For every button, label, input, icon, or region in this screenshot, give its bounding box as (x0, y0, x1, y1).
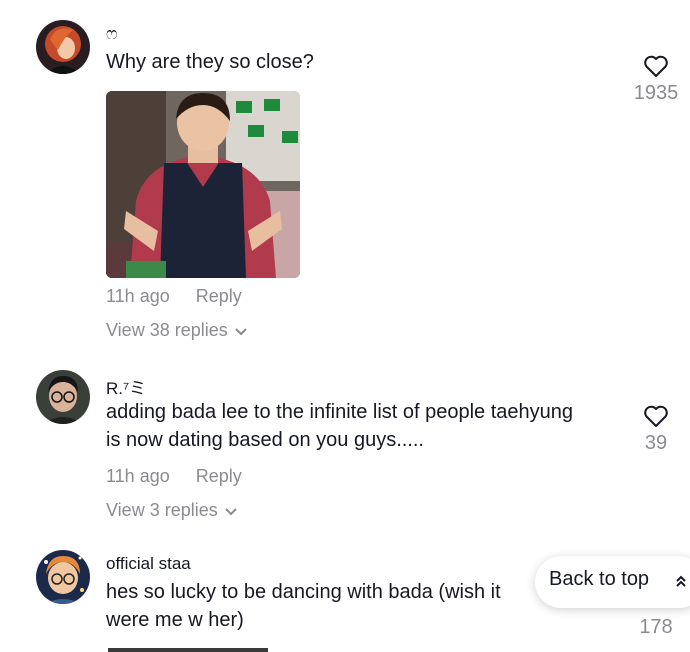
back-to-top-label: Back to top (549, 568, 650, 590)
like-count: 1935 (633, 82, 679, 104)
next-media-edge (108, 648, 268, 652)
comment-item: R.⁷ミ adding bada lee to the infinite lis… (0, 360, 690, 540)
view-replies-label: View 3 replies (106, 500, 218, 520)
comment-meta: 11h ago Reply (106, 466, 242, 487)
avatar[interactable] (36, 20, 90, 74)
view-replies-button[interactable]: View 38 replies (106, 320, 248, 342)
username[interactable]: ෆ (106, 24, 118, 44)
chevron-down-icon (224, 501, 238, 522)
like-button[interactable]: 39 (621, 404, 690, 455)
comment-text: adding bada lee to the infinite list of … (106, 401, 574, 451)
comment-time: 11h ago (106, 286, 170, 306)
avatar[interactable] (36, 370, 90, 424)
back-to-top-button[interactable]: Back to top (535, 556, 690, 608)
comment-gif[interactable] (106, 91, 300, 278)
like-button[interactable]: 178 (621, 612, 690, 639)
comment-meta: 11h ago Reply (106, 286, 242, 307)
username[interactable]: official staa (106, 554, 191, 574)
chevron-down-icon (234, 321, 248, 342)
comment-time: 11h ago (106, 466, 170, 486)
like-count: 39 (644, 432, 668, 454)
comment-text: Why are they so close? (106, 51, 314, 73)
reply-button[interactable]: Reply (196, 286, 242, 307)
comment-text: hes so lucky to be dancing with bada (wi… (106, 581, 501, 631)
avatar[interactable] (36, 550, 90, 604)
double-chevron-up-icon (675, 573, 687, 594)
like-count: 178 (639, 616, 673, 638)
like-button[interactable]: 1935 (621, 54, 690, 105)
heart-outline-icon (644, 405, 668, 427)
heart-outline-icon (644, 55, 668, 77)
username[interactable]: R.⁷ミ (106, 374, 146, 399)
view-replies-button[interactable]: View 3 replies (106, 500, 238, 522)
comment-item: ෆ Why are they so close? 11h ago Reply V… (0, 0, 690, 360)
reply-button[interactable]: Reply (196, 466, 242, 487)
view-replies-label: View 38 replies (106, 320, 228, 340)
